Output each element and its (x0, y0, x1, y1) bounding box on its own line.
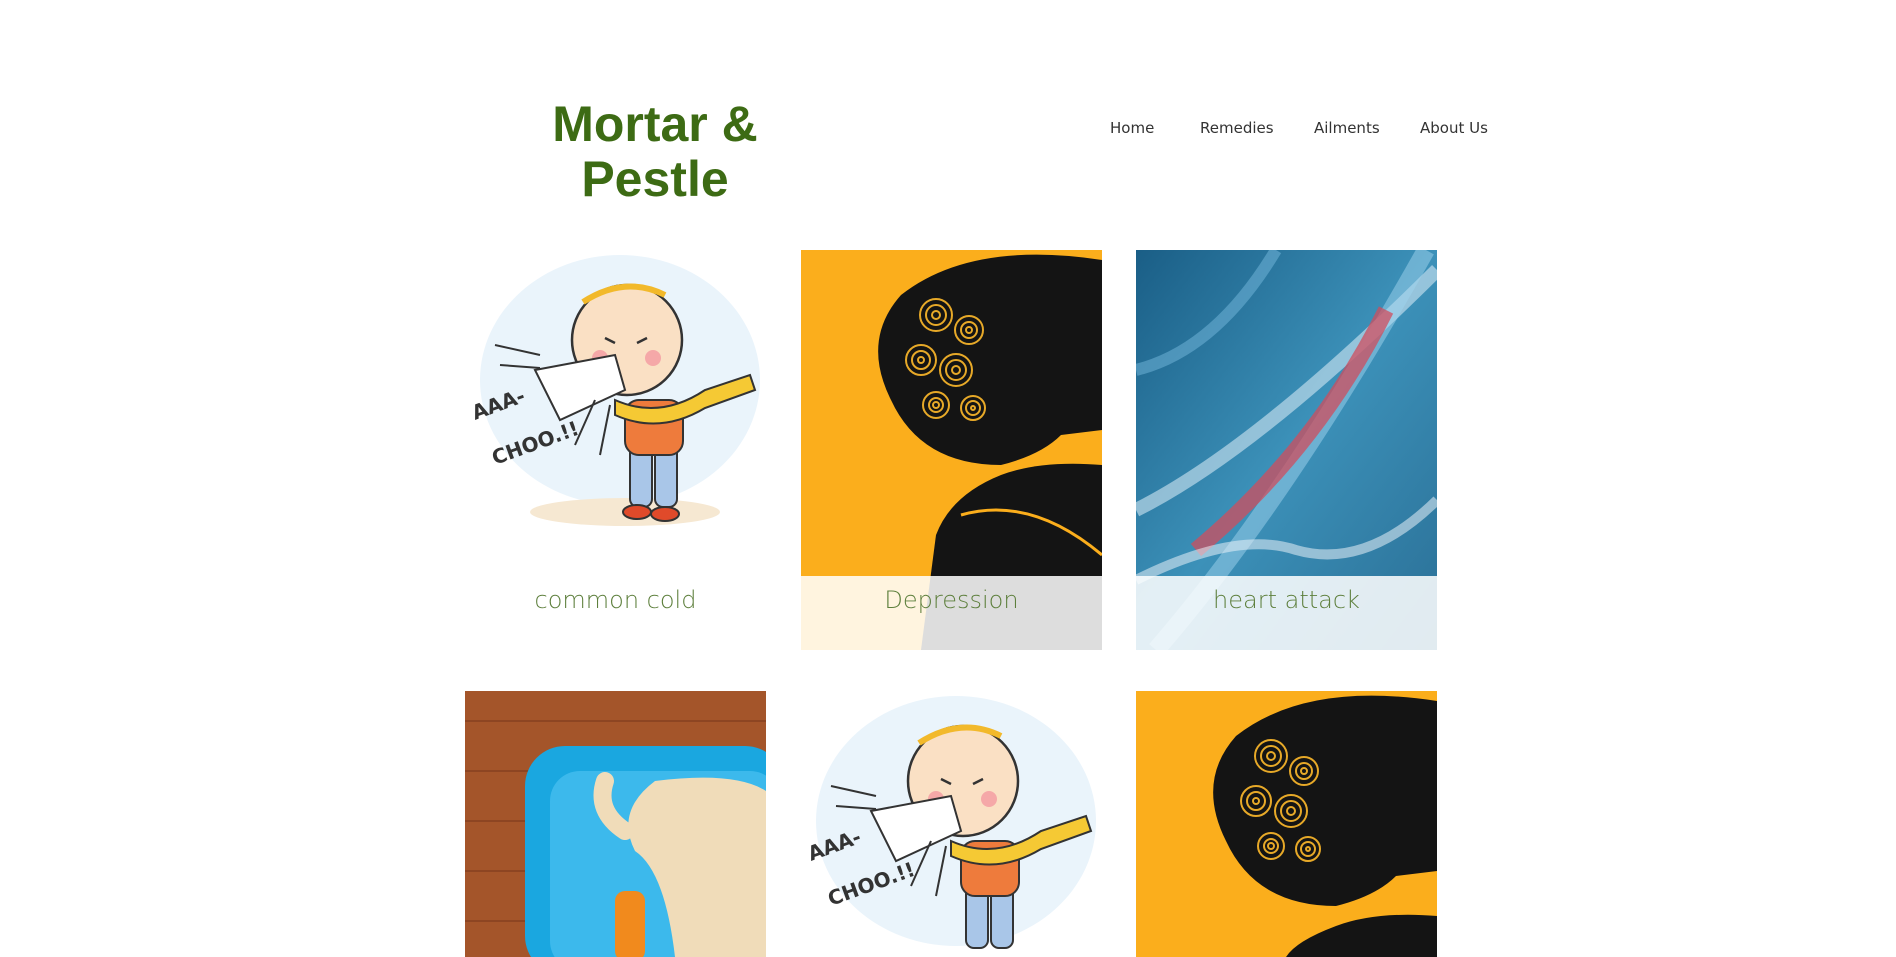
caption-bar: heart attack (1136, 576, 1437, 650)
nav-home[interactable]: Home (1110, 119, 1154, 137)
caption-bar: common cold (465, 576, 766, 650)
gallery-item-heart-attack[interactable]: heart attack (1136, 250, 1437, 650)
nav-about-us[interactable]: About Us (1420, 119, 1488, 137)
gallery-item-common-cold-repeat[interactable]: AAA- CHOO.!! (801, 691, 1102, 957)
gallery-item-dog[interactable] (465, 691, 766, 957)
sneezing-child-illustration: AAA- CHOO.!! (801, 691, 1102, 957)
head-spirals-illustration (1136, 691, 1437, 957)
gallery-caption: heart attack (1213, 586, 1360, 614)
gallery-item-depression-repeat[interactable] (1136, 691, 1437, 957)
sneezing-child-illustration: AAA- CHOO.!! (465, 250, 766, 576)
nav-ailments[interactable]: Ailments (1314, 119, 1380, 137)
site-title[interactable]: Mortar & Pestle (540, 97, 770, 207)
dog-on-blue-bed-photo (465, 691, 766, 957)
gallery-item-common-cold[interactable]: AAA- CHOO.!! common cold (465, 250, 766, 650)
gallery-caption: common cold (534, 586, 697, 614)
abstract-blue-red-light (1136, 250, 1437, 650)
gallery-item-depression[interactable]: Depression (801, 250, 1102, 650)
gallery-caption: Depression (884, 586, 1019, 614)
nav-remedies[interactable]: Remedies (1200, 119, 1274, 137)
caption-bar: Depression (801, 576, 1102, 650)
head-spirals-illustration (801, 250, 1102, 650)
